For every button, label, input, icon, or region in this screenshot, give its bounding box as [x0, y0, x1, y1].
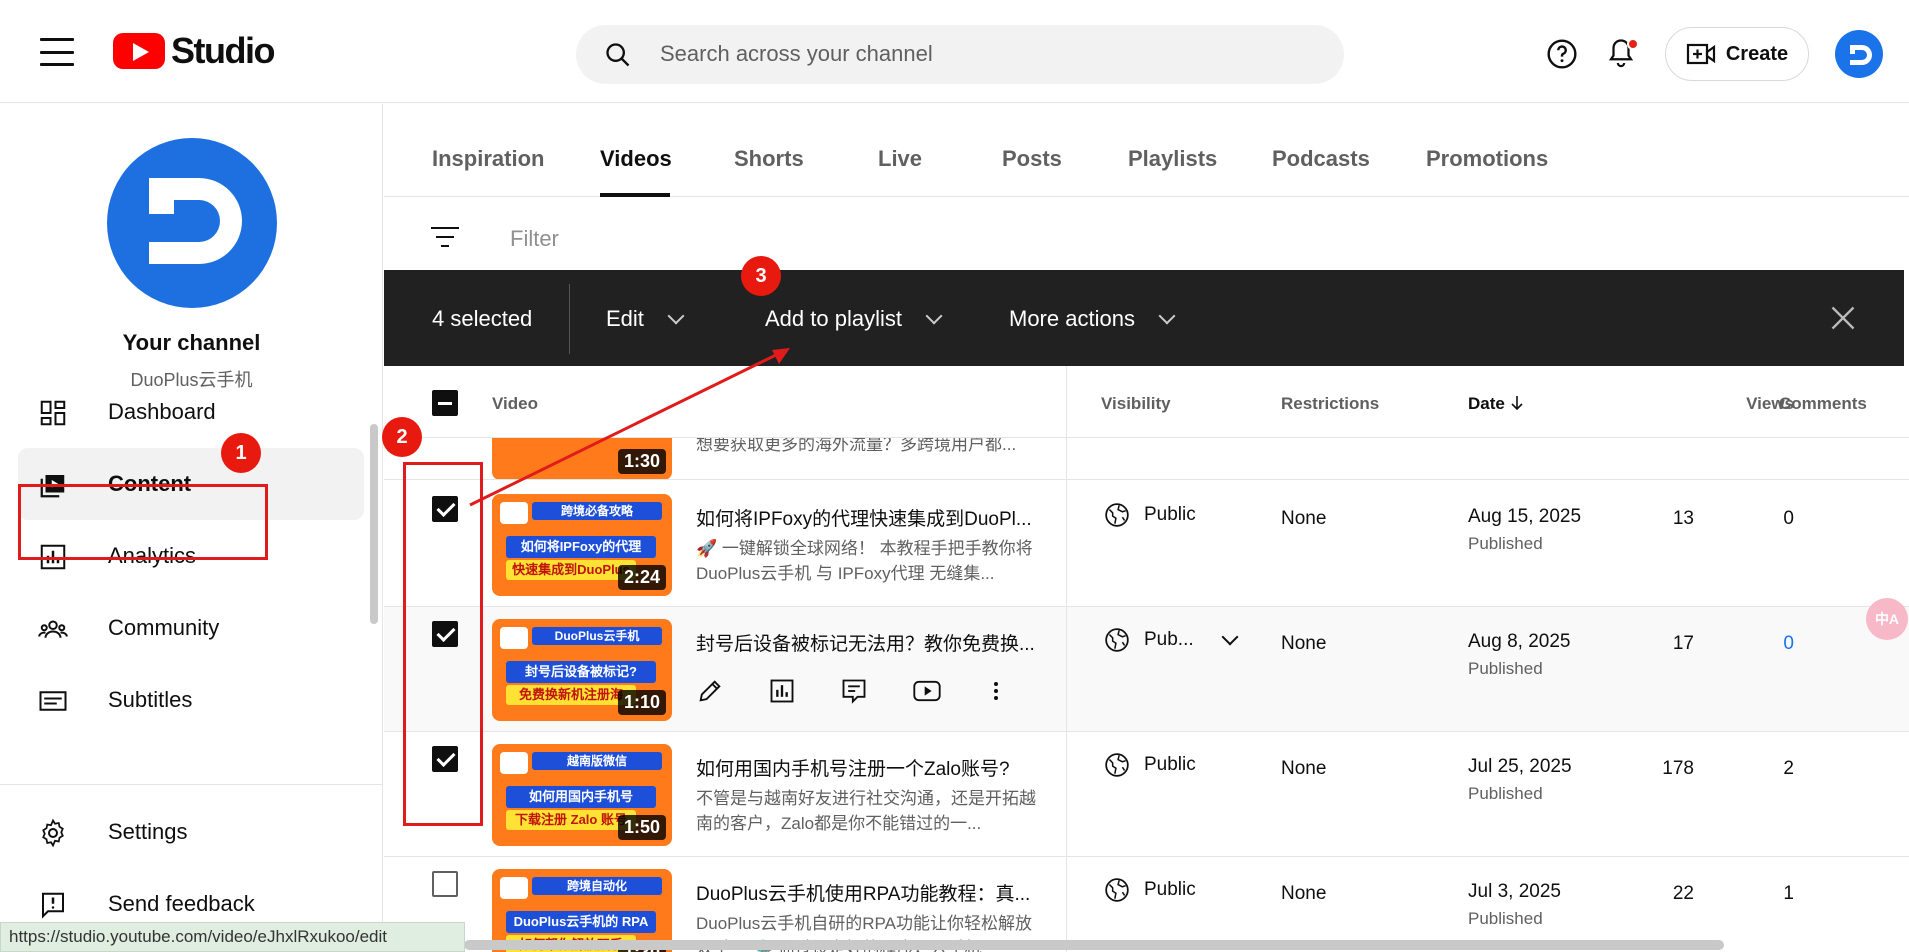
translate-icon[interactable]: 中A: [1866, 598, 1908, 640]
status-url: https://studio.youtube.com/video/eJhxlRx…: [0, 922, 465, 952]
studio-window: Studio Create Your channel DuoPlus云手机 Da…: [0, 0, 1909, 952]
horizontal-scrollbar[interactable]: [464, 940, 1724, 950]
annotation-arrow: [469, 348, 790, 507]
